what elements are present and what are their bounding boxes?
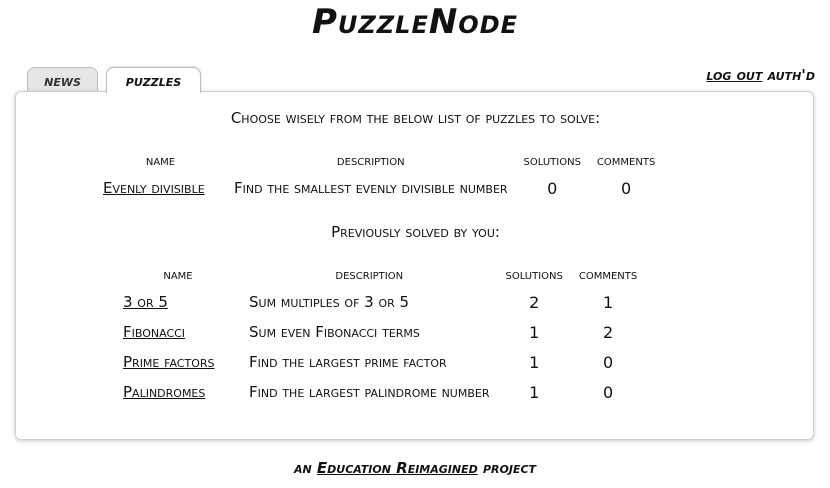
comments-count: 0: [602, 382, 614, 402]
comments-count: 2: [602, 322, 614, 342]
table-row: Evenly divisible Find the smallest evenl…: [95, 173, 663, 203]
puzzle-description: Sum even Fibonacci terms: [249, 323, 420, 341]
solutions-count: 1: [529, 322, 540, 342]
column-header-comments: comments: [578, 267, 638, 283]
column-header-comments: comments: [596, 153, 656, 169]
footer: an Education Reimagined project: [0, 459, 830, 477]
column-header-solutions: solutions: [505, 267, 563, 283]
puzzle-link[interactable]: Palindromes: [123, 383, 205, 401]
puzzle-link[interactable]: Evenly divisible: [103, 179, 205, 197]
solutions-count: 2: [529, 292, 540, 312]
solved-puzzles-table: name description solutions comments 3 or…: [115, 263, 645, 407]
table-row: 3 or 5 Sum multiples of 3 or 5 2 1: [115, 287, 645, 317]
column-header-description: description: [336, 153, 405, 169]
column-header-solutions: solutions: [523, 153, 581, 169]
table-row: Fibonacci Sum even Fibonacci terms 1 2: [115, 317, 645, 347]
footer-prefix: an: [293, 459, 312, 477]
site-title: PuzzleNode: [311, 2, 519, 42]
solutions-count: 0: [547, 178, 558, 198]
puzzles-panel: Choose wisely from the below list of puz…: [15, 91, 814, 440]
table-header-row: name description solutions comments: [115, 263, 645, 287]
comments-count: 0: [621, 178, 632, 198]
comments-count: 0: [602, 352, 614, 372]
column-header-name: name: [163, 267, 193, 283]
solved-heading: Previously solved by you:: [331, 223, 500, 241]
solutions-count: 1: [529, 382, 540, 402]
table-row: Prime factors Find the largest prime fac…: [115, 347, 645, 377]
footer-suffix: project: [482, 459, 537, 477]
puzzle-link[interactable]: Prime factors: [123, 353, 214, 371]
table-header-row: name description solutions comments: [95, 149, 663, 173]
puzzle-link[interactable]: Fibonacci: [123, 323, 185, 341]
comments-count: 1: [602, 292, 614, 312]
auth-area: log out auth'd: [706, 66, 815, 84]
education-reimagined-link[interactable]: Education Reimagined: [317, 459, 478, 477]
intro-text: Choose wisely from the below list of puz…: [230, 109, 601, 127]
logout-link[interactable]: log out: [706, 66, 762, 84]
column-header-name: name: [145, 153, 176, 169]
puzzle-description: Find the smallest evenly divisible numbe…: [234, 179, 508, 197]
puzzle-description: Find the largest prime factor: [249, 353, 447, 371]
puzzle-link[interactable]: 3 or 5: [123, 293, 168, 311]
available-puzzles-table: name description solutions comments Even…: [95, 149, 663, 203]
tab-puzzles[interactable]: puzzles: [106, 67, 201, 93]
puzzle-description: Find the largest palindrome number: [249, 383, 490, 401]
auth-status: auth'd: [767, 66, 815, 84]
table-row: Palindromes Find the largest palindrome …: [115, 377, 645, 407]
solutions-count: 1: [529, 352, 540, 372]
column-header-description: description: [335, 267, 404, 283]
tab-news[interactable]: news: [27, 67, 98, 91]
puzzle-description: Sum multiples of 3 or 5: [249, 293, 410, 311]
